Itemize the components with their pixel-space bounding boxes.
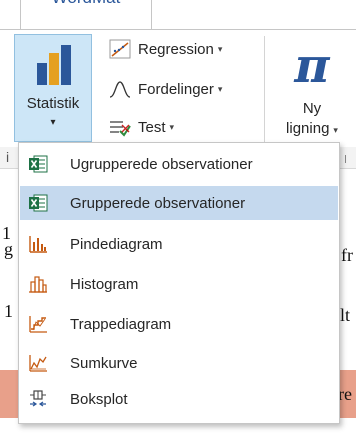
cumulative-curve-icon	[28, 353, 48, 373]
ny-ligning-label-line1: Ny	[302, 100, 322, 117]
statistics-icon	[37, 45, 71, 85]
chevron-down-icon: ▾	[333, 125, 338, 135]
ruler-tick	[345, 155, 346, 163]
histogram-icon	[28, 274, 48, 294]
tab-wordmat[interactable]: WordMat	[20, 0, 152, 30]
fordelinger-button[interactable]: Fordelinger ▾	[108, 76, 222, 102]
menu-item-label: Pindediagram	[70, 235, 163, 253]
pi-icon: π	[294, 38, 330, 94]
menu-item-ugrupperede-observationer[interactable]: Ugrupperede observationer	[20, 147, 338, 181]
test-icon	[108, 116, 132, 138]
menu-item-grupperede-observationer[interactable]: Grupperede observationer	[20, 186, 338, 220]
chevron-down-icon: ▾	[169, 121, 175, 132]
menu-item-boksplot[interactable]: Boksplot	[20, 382, 338, 416]
menu-item-pindediagram[interactable]: Pindediagram	[20, 227, 338, 261]
chevron-down-icon: ▾	[217, 43, 223, 54]
menu-item-histogram[interactable]: Histogram	[20, 267, 338, 301]
ruler-mark: i	[6, 149, 10, 165]
menu-item-label: Histogram	[70, 275, 139, 293]
statistik-button[interactable]: Statistik ▾	[14, 34, 92, 142]
fordelinger-label: Fordelinger	[138, 80, 214, 98]
document-text-fragment: re	[338, 384, 352, 404]
menu-item-trappediagram[interactable]: Trappediagram	[20, 307, 338, 341]
boxplot-icon	[28, 389, 48, 409]
bar-chart-icon	[28, 234, 48, 254]
document-text-fragment: g	[4, 239, 13, 259]
step-chart-icon	[28, 314, 48, 334]
menu-item-label: Trappediagram	[70, 315, 172, 333]
distribution-curve-icon	[108, 78, 132, 100]
ny-ligning-label-line2-text: ligning	[286, 120, 330, 137]
menu-item-label: Sumkurve	[70, 354, 138, 372]
regression-label: Regression	[138, 40, 214, 58]
statistik-dropdown-menu: Ugrupperede observationer Grupperede obs…	[18, 142, 340, 424]
ribbon-tab-strip: WordMat	[0, 0, 356, 30]
test-label: Test	[138, 118, 166, 136]
test-button[interactable]: Test ▾	[108, 114, 174, 140]
statistik-label: Statistik	[26, 95, 80, 112]
group-divider	[264, 36, 265, 142]
menu-item-sumkurve[interactable]: Sumkurve	[20, 346, 338, 380]
ny-ligning-label-line2: ligning ▾	[268, 120, 356, 137]
document-text-fragment: fr	[341, 245, 353, 265]
ny-ligning-button[interactable]: π Ny ligning ▾	[268, 38, 356, 142]
menu-item-label: Grupperede observationer	[70, 194, 246, 212]
document-text-fragment: lt	[340, 305, 351, 325]
menu-item-label: Ugrupperede observationer	[70, 155, 253, 173]
excel-icon	[28, 154, 48, 174]
regression-icon	[108, 38, 132, 60]
regression-button[interactable]: Regression ▾	[108, 36, 222, 62]
excel-icon	[28, 193, 48, 213]
ribbon: Statistik ▾ Regression ▾ Fordelinger ▾ T…	[0, 29, 356, 147]
chevron-down-icon: ▾	[50, 117, 56, 128]
chevron-down-icon: ▾	[217, 83, 223, 94]
menu-item-label: Boksplot	[70, 390, 128, 408]
document-text-fragment: 1	[4, 301, 13, 321]
